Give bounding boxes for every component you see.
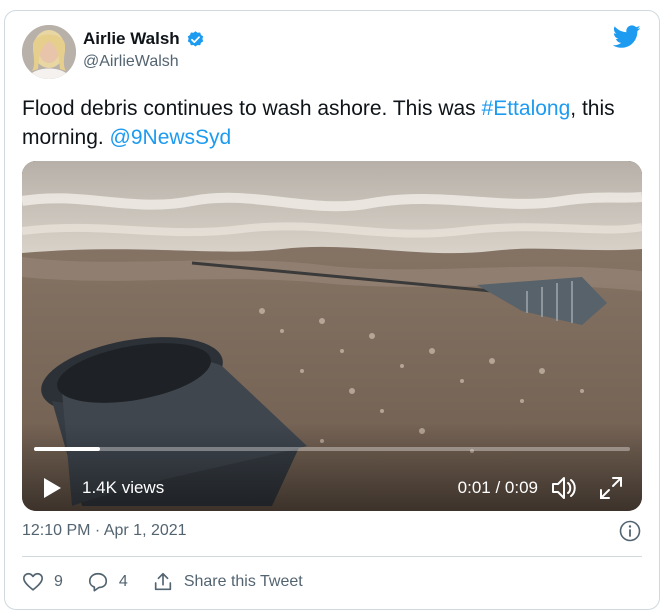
avatar-image — [22, 25, 76, 79]
mention-link[interactable]: @9NewsSyd — [110, 126, 232, 149]
heart-icon — [23, 572, 43, 591]
reply-button[interactable]: 4 — [87, 571, 128, 593]
like-button[interactable]: 9 — [22, 571, 63, 593]
author-name[interactable]: Airlie Walsh — [83, 29, 180, 49]
video-player[interactable]: 1.4K views 0:01 / 0:09 — [22, 161, 642, 511]
tweet-text: Flood debris continues to wash ashore. T… — [22, 94, 632, 152]
like-count: 9 — [54, 573, 63, 590]
video-view-count: 1.4K views — [82, 478, 165, 497]
video-progress-bar[interactable] — [34, 447, 630, 451]
reply-count: 4 — [118, 573, 128, 590]
twitter-bird-icon[interactable] — [613, 25, 641, 49]
video-time: 0:01 / 0:09 — [457, 478, 538, 497]
hashtag-link[interactable]: #Ettalong — [482, 97, 571, 120]
tweet-timestamp[interactable]: 12:10 PM · Apr 1, 2021 — [22, 522, 187, 540]
author-name-row: Airlie Walsh — [83, 29, 205, 49]
tweet-text-part: Flood debris continues to wash ashore. T… — [22, 97, 482, 120]
reply-icon — [88, 572, 107, 592]
video-progress-fill — [34, 447, 100, 451]
tweet-actions: 9 4 Share this Tweet — [22, 571, 327, 593]
avatar[interactable] — [22, 25, 76, 79]
share-icon — [154, 572, 171, 591]
play-icon[interactable] — [42, 477, 62, 499]
fullscreen-icon[interactable] — [598, 475, 624, 501]
share-label: Share this Tweet — [183, 573, 303, 590]
tweet-card: Airlie Walsh @AirlieWalsh Flood debris c… — [4, 10, 660, 610]
divider — [22, 556, 642, 557]
info-icon[interactable] — [619, 520, 641, 542]
share-button[interactable]: Share this Tweet — [152, 571, 303, 593]
video-frame — [22, 161, 642, 511]
verified-badge-icon — [187, 30, 203, 47]
author-handle[interactable]: @AirlieWalsh — [83, 53, 179, 71]
video-controls: 1.4K views 0:01 / 0:09 — [22, 463, 642, 511]
volume-icon[interactable] — [550, 475, 578, 501]
